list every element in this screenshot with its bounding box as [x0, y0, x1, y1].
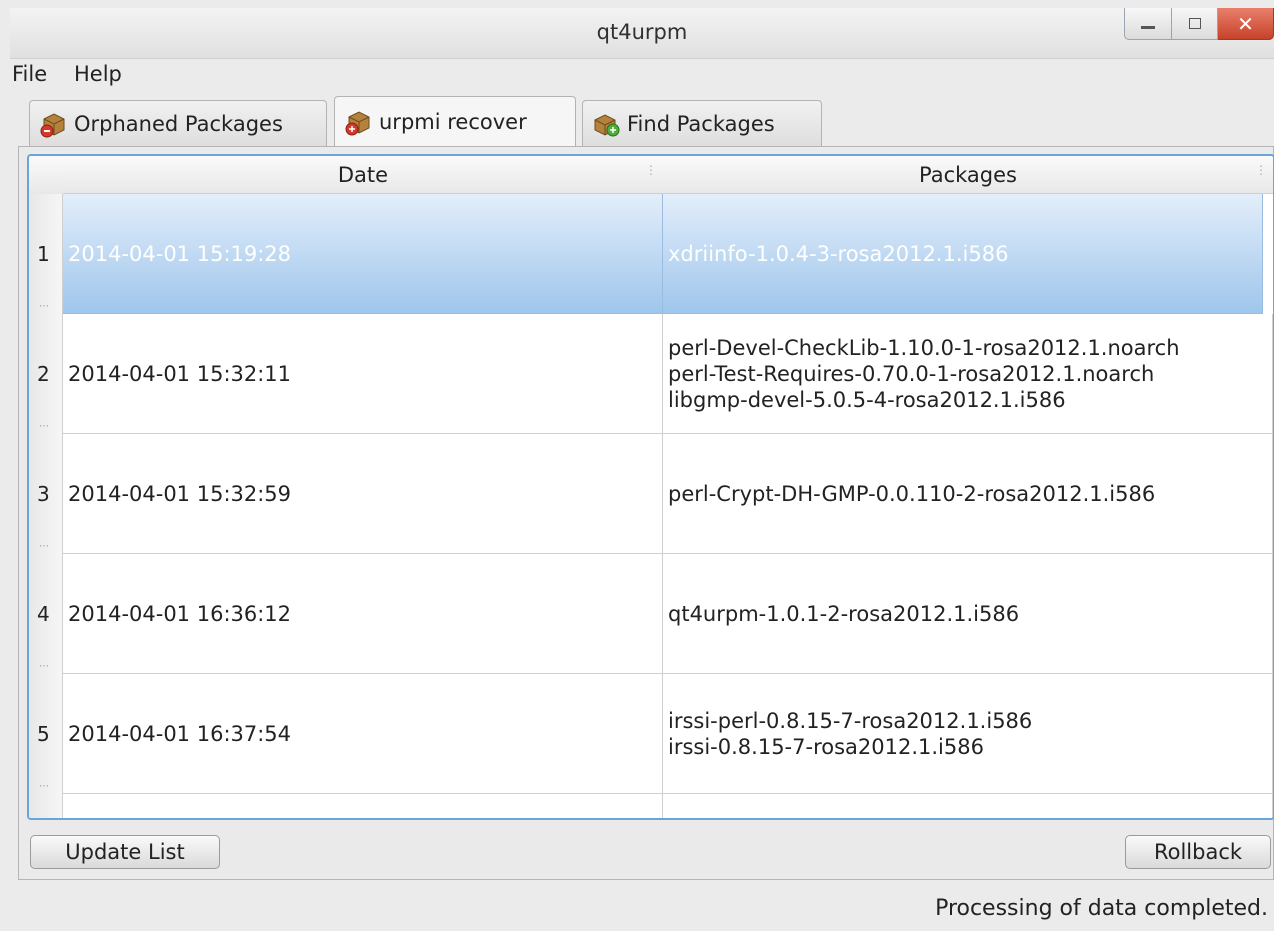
rollback-button[interactable]: Rollback [1125, 835, 1271, 869]
tab-label: Find Packages [627, 111, 775, 136]
row-header[interactable]: 5 ⋯ [29, 674, 63, 794]
package-remove-icon [40, 112, 65, 137]
maximize-icon [1188, 18, 1201, 29]
column-header-packages[interactable]: Packages ⋮ [663, 156, 1273, 194]
close-icon: ✕ [1237, 11, 1254, 36]
menu-file[interactable]: File [12, 62, 47, 86]
status-bar-message: Processing of data completed. [935, 896, 1268, 921]
window-title: qt4urpm [596, 20, 688, 44]
table-cell-empty [63, 794, 663, 818]
table-cell-date[interactable]: 2014-04-01 16:37:54 [63, 674, 663, 794]
package-search-icon [594, 113, 620, 136]
tab-panel: Date ⋮ Packages ⋮ 1 ⋯ 2014-04-01 15:19:2… [18, 146, 1274, 880]
menu-bar: File Help [0, 58, 1274, 92]
title-bar: qt4urpm ✕ [10, 8, 1274, 59]
minimize-button[interactable] [1124, 8, 1172, 40]
table-cell-packages[interactable]: qt4urpm-1.0.1-2-rosa2012.1.i586 [663, 554, 1273, 674]
table-cell-date[interactable]: 2014-04-01 15:32:59 [63, 434, 663, 554]
history-table[interactable]: Date ⋮ Packages ⋮ 1 ⋯ 2014-04-01 15:19:2… [27, 154, 1274, 820]
minimize-icon [1141, 26, 1155, 29]
column-resize-grip: ⋮ [645, 163, 657, 177]
column-resize-grip: ⋮ [1255, 163, 1267, 177]
maximize-button[interactable] [1172, 8, 1218, 40]
table-cell-packages[interactable]: perl-Devel-CheckLib-1.10.0-1-rosa2012.1.… [663, 314, 1273, 434]
table-cell-date[interactable]: 2014-04-01 15:19:28 [63, 194, 663, 314]
update-list-button[interactable]: Update List [30, 835, 220, 869]
menu-help[interactable]: Help [74, 62, 122, 86]
row-header [29, 794, 63, 818]
row-header[interactable]: 2 ⋯ [29, 314, 63, 434]
row-header[interactable]: 1 ⋯ [29, 194, 63, 314]
table-cell-packages[interactable]: perl-Crypt-DH-GMP-0.0.110-2-rosa2012.1.i… [663, 434, 1273, 554]
row-header[interactable]: 3 ⋯ [29, 434, 63, 554]
table-corner [29, 156, 63, 195]
close-button[interactable]: ✕ [1218, 8, 1274, 40]
window-controls: ✕ [1124, 8, 1274, 40]
tab-orphaned-packages[interactable]: Orphaned Packages [29, 100, 327, 146]
tab-urpmi-recover[interactable]: urpmi recover [334, 96, 576, 146]
package-icon [345, 110, 370, 135]
table-cell-packages[interactable]: irssi-perl-0.8.15-7-rosa2012.1.i586 irss… [663, 674, 1273, 794]
tab-label: urpmi recover [379, 109, 527, 134]
table-cell-packages[interactable]: xdriinfo-1.0.4-3-rosa2012.1.i586 [663, 194, 1263, 314]
table-cell-date[interactable]: 2014-04-01 16:36:12 [63, 554, 663, 674]
table-cell-empty [663, 794, 1273, 818]
tab-label: Orphaned Packages [74, 111, 283, 136]
row-header[interactable]: 4 ⋯ [29, 554, 63, 674]
tab-find-packages[interactable]: Find Packages [582, 100, 822, 146]
table-cell-date[interactable]: 2014-04-01 15:32:11 [63, 314, 663, 434]
column-header-date[interactable]: Date ⋮ [63, 156, 663, 194]
